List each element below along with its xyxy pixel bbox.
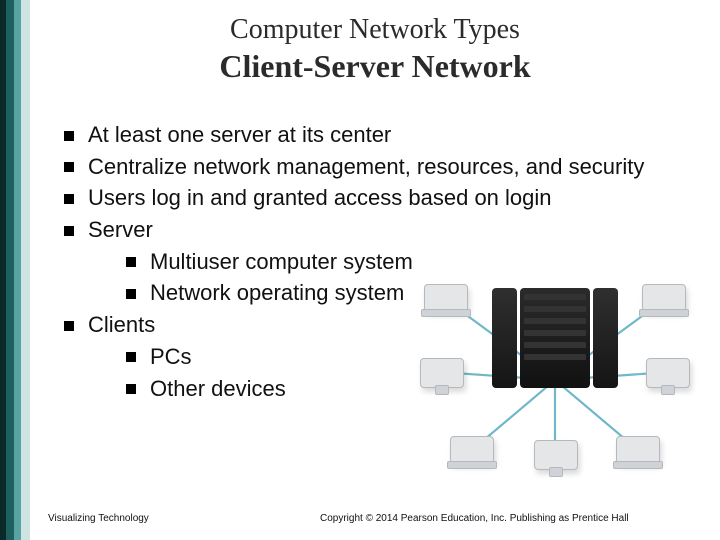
bullet-text: Other devices [150,376,286,401]
client-device-icon [642,284,686,312]
footer-left: Visualizing Technology [48,513,149,524]
server-rack-icon [520,288,590,388]
page-title: Client-Server Network [60,48,690,85]
client-device-icon [424,284,468,312]
bullet-text: At least one server at its center [88,122,391,147]
bullet-text: Users log in and granted access based on… [88,185,552,210]
footer-right: Copyright © 2014 Pearson Education, Inc.… [320,513,629,524]
bullet-text: Centralize network management, resources… [88,154,644,179]
list-item: At least one server at its center [60,120,690,150]
client-device-icon [420,358,464,388]
bullet-text: PCs [150,344,192,369]
slide: Computer Network Types Client-Server Net… [0,0,720,540]
title-block: Computer Network Types Client-Server Net… [60,14,690,85]
list-item: Users log in and granted access based on… [60,183,690,213]
client-device-icon [616,436,660,464]
client-device-icon [450,436,494,464]
bullet-text: Server [88,217,153,242]
bullet-text: Network operating system [150,280,404,305]
client-device-icon [646,358,690,388]
supertitle: Computer Network Types [60,14,690,46]
client-device-icon [534,440,578,470]
bullet-text: Clients [88,312,155,337]
decorative-sidebar [0,0,30,540]
bullet-text: Multiuser computer system [150,249,413,274]
network-diagram-icon [410,270,700,470]
list-item: Centralize network management, resources… [60,152,690,182]
